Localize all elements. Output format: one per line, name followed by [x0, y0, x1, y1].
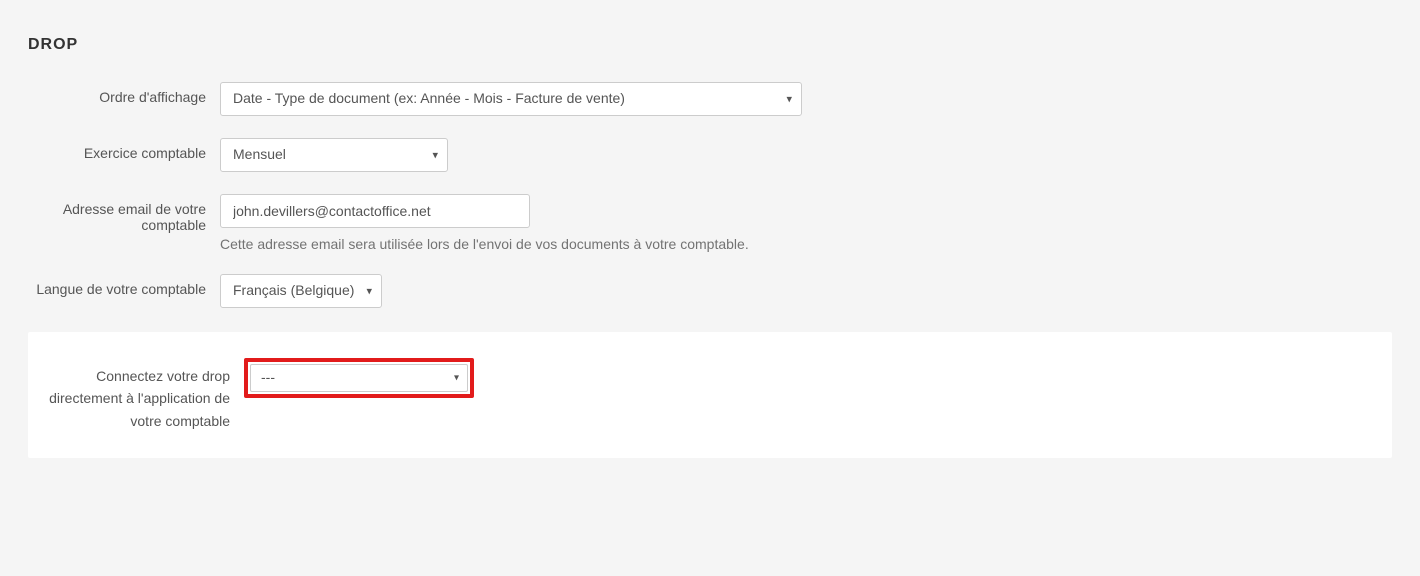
- accountant-email-input[interactable]: [220, 194, 530, 228]
- accountant-email-row: Adresse email de votre comptable Cette a…: [28, 194, 1392, 252]
- accountant-language-label: Langue de votre comptable: [28, 274, 220, 297]
- fiscal-year-select[interactable]: Mensuel: [220, 138, 448, 172]
- connect-drop-highlight: ---: [244, 358, 474, 398]
- accountant-language-select[interactable]: Français (Belgique): [220, 274, 382, 308]
- connect-drop-label: Connectez votre drop directement à l'app…: [28, 358, 244, 432]
- section-title: DROP: [28, 36, 1392, 54]
- accountant-language-row: Langue de votre comptable Français (Belg…: [28, 274, 1392, 308]
- display-order-row: Ordre d'affichage Date - Type de documen…: [28, 82, 1392, 116]
- connect-drop-select[interactable]: ---: [250, 364, 468, 392]
- display-order-select[interactable]: Date - Type de document (ex: Année - Moi…: [220, 82, 802, 116]
- accountant-email-help: Cette adresse email sera utilisée lors d…: [220, 236, 1392, 252]
- connect-drop-panel: Connectez votre drop directement à l'app…: [28, 332, 1392, 458]
- fiscal-year-label: Exercice comptable: [28, 138, 220, 161]
- display-order-label: Ordre d'affichage: [28, 82, 220, 105]
- fiscal-year-row: Exercice comptable Mensuel: [28, 138, 1392, 172]
- accountant-email-label: Adresse email de votre comptable: [28, 194, 220, 233]
